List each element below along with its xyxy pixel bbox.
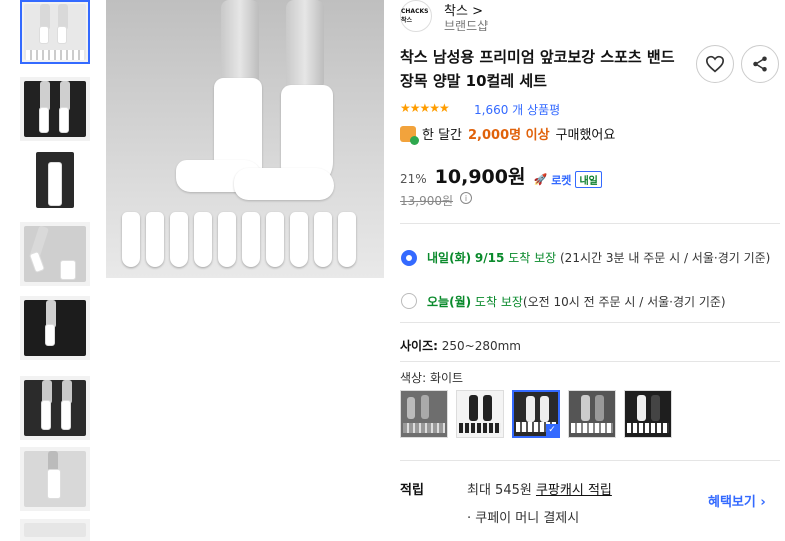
brand-logo[interactable]: CHACKS 착스 xyxy=(400,0,432,32)
reward-amount: 최대 545원 xyxy=(467,483,532,498)
thumbnail-4[interactable] xyxy=(20,222,90,286)
share-icon xyxy=(753,56,767,72)
info-icon[interactable]: i xyxy=(460,192,472,204)
wishlist-button[interactable] xyxy=(696,45,734,83)
delivery-label: 도착 보장 xyxy=(508,251,557,265)
main-product-image xyxy=(106,0,384,278)
shopping-bag-icon xyxy=(400,125,419,145)
bought-suffix: 구매했어요 xyxy=(555,128,616,143)
delivery-option-today-radio[interactable] xyxy=(401,293,417,309)
reward-line-2: · 쿠페이 머니 결제시 xyxy=(467,511,580,526)
discount-rate: 21% xyxy=(400,172,427,186)
review-count-link[interactable]: 1,660 개 상품평 xyxy=(474,101,560,118)
color-swatch-mixed-gray[interactable] xyxy=(568,390,616,438)
divider xyxy=(400,460,780,461)
bought-highlight: 2,000명 이상 xyxy=(468,128,550,143)
thumbnail-1[interactable] xyxy=(20,0,90,64)
color-label: 색상: xyxy=(400,371,427,385)
thumbnail-6[interactable] xyxy=(20,376,90,440)
delivery-label: 도착 보장 xyxy=(474,295,523,309)
color-swatch-black[interactable] xyxy=(456,390,504,438)
delivery-day: 오늘(월) xyxy=(427,295,472,309)
divider xyxy=(400,361,780,362)
divider xyxy=(400,223,780,224)
color-option: 색상: 화이트 xyxy=(400,369,463,386)
heart-icon xyxy=(705,55,725,73)
reward-title: 적립 xyxy=(400,483,424,498)
reward-line-1: 최대 545원 쿠팡캐시 적립 xyxy=(467,479,612,498)
brand-shop-label: 브랜드샵 xyxy=(444,19,489,33)
benefit-view-link[interactable]: 혜택보기 › xyxy=(708,491,766,510)
bought-prefix: 한 달간 xyxy=(422,128,463,143)
delivery-option-today[interactable]: 오늘(월) 도착 보장(오전 10시 전 주문 시 / 서울·경기 기준) xyxy=(427,292,782,312)
thumbnail-5[interactable] xyxy=(20,296,90,360)
coupang-cash-link[interactable]: 쿠팡캐시 적립 xyxy=(536,483,612,498)
delivery-date: 9/15 xyxy=(474,251,505,265)
product-title: 착스 남성용 프리미엄 앞코보강 스포츠 밴드 장목 양말 10컬레 세트 xyxy=(400,48,675,90)
delivery-detail: (오전 10시 전 주문 시 / 서울·경기 기준) xyxy=(522,295,726,309)
color-swatch-white[interactable]: ✓ xyxy=(512,390,560,438)
delivery-detail: (21시간 3분 내 주문 시 / 서울·경기 기준) xyxy=(560,251,771,265)
price-row: 21% 10,900원 🚀 로켓 내일 xyxy=(400,162,602,189)
sale-price: 10,900원 xyxy=(434,166,526,188)
thumbnail-8[interactable] xyxy=(20,519,90,541)
purchase-count: 한 달간 2,000명 이상 구매했어요 xyxy=(400,124,616,145)
size-option: 사이즈: 250~280mm xyxy=(400,337,521,354)
original-price: 13,900원 xyxy=(400,194,454,208)
size-label: 사이즈: xyxy=(400,339,438,353)
share-button[interactable] xyxy=(741,45,779,83)
thumbnail-3[interactable] xyxy=(20,148,90,212)
color-swatch-gray[interactable] xyxy=(400,390,448,438)
naeil-badge: 내일 xyxy=(575,171,602,188)
thumbnail-7[interactable] xyxy=(20,447,90,511)
delivery-day: 내일(화) xyxy=(427,251,472,265)
thumbnail-2[interactable] xyxy=(20,77,90,141)
delivery-option-tomorrow-radio[interactable] xyxy=(401,250,417,266)
divider xyxy=(400,322,780,323)
color-swatch-mixed-black[interactable] xyxy=(624,390,672,438)
rating-stars: ★★★★★ xyxy=(400,101,450,115)
size-value: 250~280mm xyxy=(441,339,521,353)
check-icon: ✓ xyxy=(546,424,558,436)
delivery-option-tomorrow[interactable]: 내일(화) 9/15 도착 보장 (21시간 3분 내 주문 시 / 서울·경기… xyxy=(427,248,782,268)
rocket-icon: 🚀 xyxy=(533,173,548,186)
rocket-badge: 🚀 로켓 내일 xyxy=(533,171,602,188)
rocket-label: 로켓 xyxy=(551,173,572,187)
color-value: 화이트 xyxy=(429,371,464,385)
